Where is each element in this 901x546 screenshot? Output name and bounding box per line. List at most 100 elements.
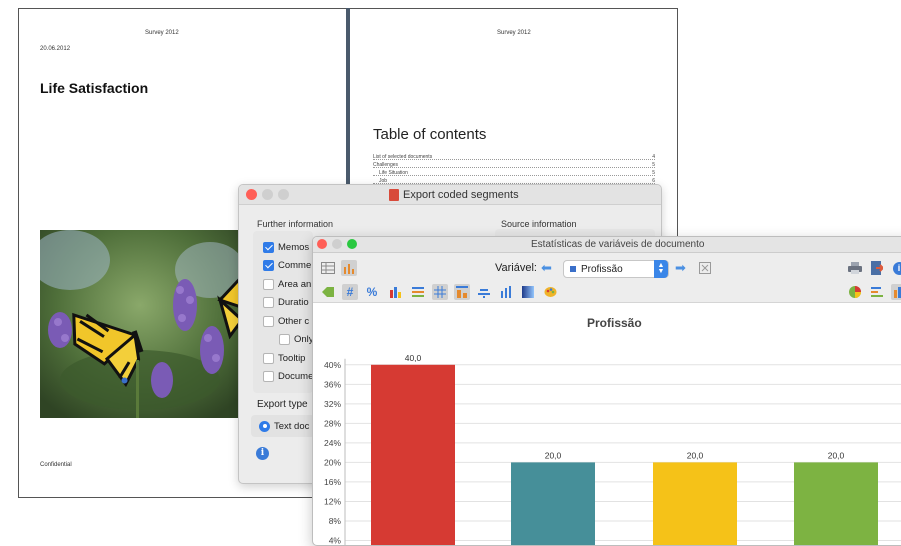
option-label: Duratio — [278, 297, 309, 308]
page1-footer: Confidential — [40, 462, 72, 468]
info-icon[interactable]: i — [256, 447, 269, 460]
close-dot-icon[interactable] — [317, 239, 327, 249]
stats-titlebar: Estatísticas de variáveis de documento — [313, 237, 901, 253]
checkbox[interactable] — [263, 278, 274, 290]
checkbox[interactable] — [263, 371, 274, 382]
minimize-dot-icon[interactable] — [262, 189, 273, 200]
help-icon[interactable]: i — [891, 260, 901, 276]
data-labels-icon[interactable] — [454, 284, 470, 300]
bar — [371, 364, 455, 545]
color-palette-icon[interactable] — [542, 284, 558, 300]
y-tick-label: 20% — [324, 457, 341, 467]
y-tick-label: 28% — [324, 418, 341, 428]
toc-entry-label: Life Situation — [379, 170, 408, 176]
page1-date: 20.06.2012 — [40, 46, 71, 52]
zoom-dot-icon[interactable] — [347, 239, 357, 249]
option-label: Area an — [278, 278, 312, 290]
option-label: Comme — [278, 260, 312, 271]
export-type-text-document[interactable]: Text doc — [259, 418, 309, 434]
toc-entry-label: Job — [379, 178, 388, 184]
option-comments[interactable]: Comme — [263, 258, 314, 274]
export-dialog-title-text: Export coded segments — [403, 189, 519, 201]
vertical-bars-icon[interactable] — [498, 284, 514, 300]
stats-window-title: Estatísticas de variáveis de documento — [531, 239, 705, 250]
toc-entry: List of selected documents 4 — [373, 154, 655, 160]
toc-entry: Challenges 5 — [373, 162, 655, 168]
chart-title: Profissão — [587, 316, 642, 330]
y-tick-label: 32% — [324, 399, 341, 409]
bar — [511, 462, 595, 545]
toc-entry-page: 5 — [652, 162, 655, 168]
gradient-icon[interactable] — [520, 284, 536, 300]
export-doc-icon — [389, 189, 399, 201]
variable-select[interactable]: Profissão ▲ ▼ — [563, 260, 669, 278]
further-information-label: Further information — [257, 219, 334, 229]
variable-label: Variável: — [495, 262, 537, 274]
frequency-hash-icon[interactable]: # — [342, 284, 358, 300]
bar-data-label: 20,0 — [828, 450, 845, 460]
bar-data-label: 20,0 — [545, 450, 562, 460]
next-arrow-icon[interactable]: ➡ — [675, 260, 686, 276]
page1-title: Life Satisfaction — [40, 80, 149, 96]
option-duration[interactable]: Duratio — [263, 295, 314, 311]
further-information-options: Memos Comme Area an Duratio Other c Only… — [263, 239, 314, 385]
export-dialog-titlebar: Export coded segments — [239, 185, 661, 205]
bar — [653, 462, 737, 545]
bar — [794, 462, 878, 545]
option-memos[interactable]: Memos — [263, 239, 314, 255]
previous-arrow-icon[interactable]: ⬅ — [541, 260, 552, 276]
y-tick-label: 16% — [324, 477, 341, 487]
axis-labels-icon[interactable] — [476, 284, 492, 300]
export-type-option-label: Text doc — [274, 420, 310, 432]
tag-icon[interactable] — [320, 284, 336, 300]
select-arrows-icon[interactable]: ▲ ▼ — [654, 260, 668, 278]
toc-entry-page: 5 — [652, 170, 655, 176]
print-icon[interactable] — [847, 260, 863, 276]
table-view-icon[interactable] — [320, 260, 336, 276]
option-label: Only — [294, 334, 314, 345]
toc-list: List of selected documents 4 Challenges 5 … — [373, 154, 655, 184]
document-variable-statistics-window: Estatísticas de variáveis de documento V… — [312, 236, 901, 546]
legend-icon[interactable] — [410, 284, 426, 300]
bar-colors-icon[interactable] — [388, 284, 404, 300]
y-tick-label: 40% — [324, 360, 341, 370]
bar-chart-icon[interactable] — [891, 284, 901, 300]
radio-selected[interactable] — [259, 420, 270, 432]
bar-chart: 4%8%12%16%20%24%28%32%36%40%40,020,0 20,0… — [324, 353, 901, 545]
option-label: Memos — [278, 241, 310, 253]
option-label: Other c — [278, 315, 310, 327]
checkbox[interactable] — [263, 260, 274, 271]
close-variable-icon[interactable] — [697, 260, 713, 276]
checkbox[interactable] — [263, 315, 274, 327]
checkbox[interactable] — [263, 297, 274, 308]
toc-entry-label: List of selected documents — [373, 154, 433, 160]
close-dot-icon[interactable] — [246, 189, 257, 200]
export-dialog-title: Export coded segments — [389, 189, 519, 201]
chart-view-icon[interactable] — [341, 260, 357, 276]
export-type-label: Export type — [257, 399, 308, 410]
minimize-dot-icon[interactable] — [332, 239, 342, 249]
option-area[interactable]: Area an — [263, 276, 314, 292]
export-icon[interactable] — [869, 260, 885, 276]
option-other[interactable]: Other c — [263, 313, 314, 329]
horizontal-bars-icon[interactable] — [869, 284, 885, 300]
percent-icon[interactable]: % — [364, 284, 380, 300]
checkbox[interactable] — [279, 334, 290, 345]
pie-chart-icon[interactable] — [847, 284, 863, 300]
grid-icon[interactable] — [432, 284, 448, 300]
zoom-dot-icon[interactable] — [278, 189, 289, 200]
y-tick-label: 36% — [324, 379, 341, 389]
option-only[interactable]: Only — [263, 332, 314, 348]
option-document[interactable]: Docume — [263, 369, 314, 385]
toc-entry-page: 4 — [652, 154, 655, 160]
checkbox[interactable] — [263, 241, 274, 253]
page1-header: Survey 2012 — [145, 30, 179, 36]
option-label: Tooltip — [278, 352, 306, 364]
variable-select-value: Profissão — [581, 263, 623, 275]
variable-type-icon — [570, 266, 576, 272]
y-tick-label: 24% — [324, 438, 341, 448]
y-tick-label: 12% — [324, 496, 341, 506]
option-tooltip[interactable]: Tooltip — [263, 350, 314, 366]
toc-entry-label: Challenges — [373, 162, 399, 168]
checkbox[interactable] — [263, 352, 274, 364]
